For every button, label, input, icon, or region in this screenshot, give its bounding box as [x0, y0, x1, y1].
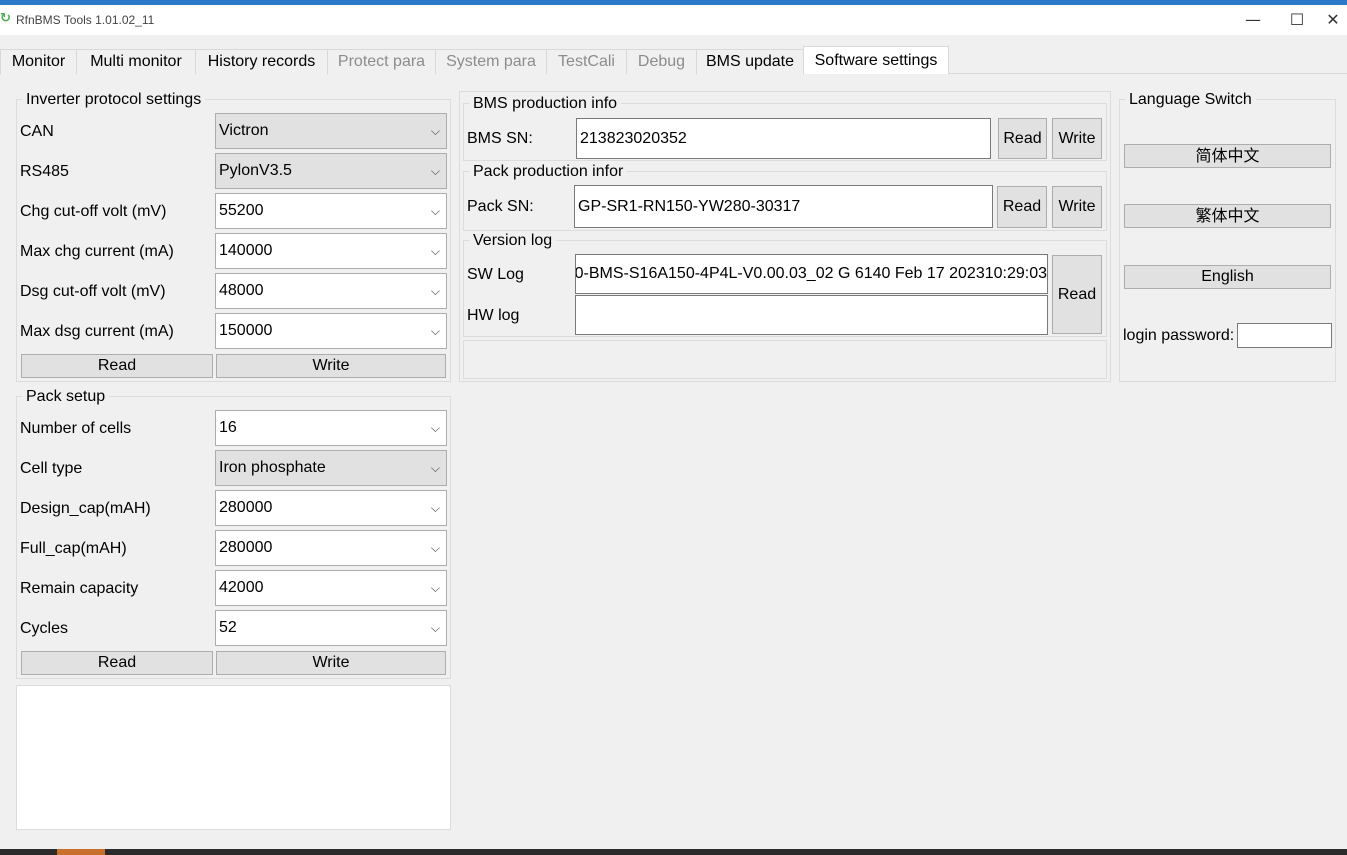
title-bar	[0, 5, 1347, 35]
pack-sn-write-button[interactable]: Write	[1052, 186, 1102, 228]
rs485-protocol-value: PylonV3.5	[219, 162, 292, 179]
production-status-panel	[463, 340, 1107, 379]
tab-protect-para[interactable]: Protect para	[327, 49, 436, 74]
bms-sn-label: BMS SN:	[467, 130, 533, 147]
bms-sn-write-button[interactable]: Write	[1052, 118, 1102, 159]
minimize-button[interactable]: —	[1230, 8, 1276, 32]
full-cap-label: Full_cap(mAH)	[20, 540, 127, 557]
app-logo-icon: ↻	[0, 10, 11, 25]
tab-monitor[interactable]: Monitor	[0, 49, 77, 74]
sw-log-field[interactable]: 0-BMS-S16A150-4P4L-V0.00.03_02 G 6140 Fe…	[575, 254, 1048, 294]
can-protocol-select[interactable]: Victron ⌵	[215, 113, 447, 149]
cell-type-select[interactable]: Iron phosphate ⌵	[215, 450, 447, 486]
sw-log-value: 0-BMS-S16A150-4P4L-V0.00.03_02 G 6140 Fe…	[575, 265, 1047, 282]
maximize-button[interactable]: ☐	[1274, 8, 1320, 32]
pack-sn-label: Pack SN:	[467, 198, 534, 215]
language-switch-title: Language Switch	[1125, 91, 1256, 109]
tab-history-records[interactable]: History records	[195, 49, 328, 74]
pack-sn-input[interactable]: GP-SR1-RN150-YW280-30317	[574, 185, 993, 228]
full-cap-combo[interactable]: 280000 ⌵	[215, 530, 447, 566]
chg-cutoff-volt-label: Chg cut-off volt (mV)	[20, 203, 167, 220]
chg-cutoff-volt-combo[interactable]: 55200 ⌵	[215, 193, 447, 229]
tab-system-para[interactable]: System para	[435, 49, 547, 74]
chg-cutoff-volt-value: 55200	[219, 202, 264, 219]
chevron-down-icon: ⌵	[430, 164, 440, 178]
design-cap-value: 280000	[219, 499, 273, 516]
full-cap-value: 280000	[219, 539, 273, 556]
max-dsg-current-label: Max dsg current (mA)	[20, 323, 174, 340]
pack-setup-read-button[interactable]: Read	[21, 651, 213, 675]
pack-setup-title: Pack setup	[22, 388, 110, 406]
rs485-label: RS485	[20, 163, 69, 180]
number-of-cells-label: Number of cells	[20, 420, 132, 437]
bms-production-title: BMS production info	[469, 95, 622, 113]
simplified-chinese-button[interactable]: 简体中文	[1124, 144, 1331, 168]
can-protocol-value: Victron	[219, 122, 269, 139]
chevron-down-icon: ⌵	[430, 541, 440, 555]
hw-log-field[interactable]	[575, 295, 1048, 335]
bms-sn-input[interactable]: 213823020352	[576, 118, 991, 159]
english-button[interactable]: English	[1124, 265, 1331, 289]
tab-debug[interactable]: Debug	[626, 49, 697, 74]
hw-log-label: HW log	[467, 307, 520, 324]
cycles-label: Cycles	[20, 620, 69, 637]
taskbar-active-indicator	[57, 849, 105, 855]
chevron-down-icon: ⌵	[430, 204, 440, 218]
log-output-panel[interactable]	[16, 685, 451, 830]
traditional-chinese-button[interactable]: 繁体中文	[1124, 204, 1331, 228]
max-chg-current-value: 140000	[219, 242, 273, 259]
tab-bms-update[interactable]: BMS update	[696, 49, 804, 74]
number-of-cells-value: 16	[219, 419, 237, 436]
inverter-read-button[interactable]: Read	[21, 354, 213, 378]
close-button[interactable]: ✕	[1319, 8, 1347, 32]
tab-software-settings[interactable]: Software settings	[803, 46, 949, 74]
inverter-write-button[interactable]: Write	[216, 354, 446, 378]
cell-type-label: Cell type	[20, 460, 83, 477]
taskbar-strip	[0, 849, 1347, 855]
version-log-read-button[interactable]: Read	[1052, 255, 1102, 334]
pack-sn-read-button[interactable]: Read	[997, 186, 1047, 228]
dsg-cutoff-volt-label: Dsg cut-off volt (mV)	[20, 283, 166, 300]
number-of-cells-combo[interactable]: 16 ⌵	[215, 410, 447, 446]
remain-capacity-value: 42000	[219, 579, 264, 596]
chevron-down-icon: ⌵	[430, 284, 440, 298]
chevron-down-icon: ⌵	[430, 621, 440, 635]
chevron-down-icon: ⌵	[430, 324, 440, 338]
remain-capacity-label: Remain capacity	[20, 580, 139, 597]
bms-sn-read-button[interactable]: Read	[998, 118, 1047, 159]
chevron-down-icon: ⌵	[430, 244, 440, 258]
login-password-input[interactable]	[1237, 323, 1332, 348]
cell-type-value: Iron phosphate	[219, 459, 326, 476]
chevron-down-icon: ⌵	[430, 461, 440, 475]
design-cap-label: Design_cap(mAH)	[20, 500, 151, 517]
inverter-protocol-title: Inverter protocol settings	[22, 91, 206, 109]
sw-log-label: SW Log	[467, 266, 524, 283]
chevron-down-icon: ⌵	[430, 581, 440, 595]
window-title: RfnBMS Tools 1.01.02_11	[16, 13, 155, 27]
version-log-title: Version log	[469, 232, 557, 250]
max-chg-current-label: Max chg current (mA)	[20, 243, 174, 260]
cycles-value: 52	[219, 619, 237, 636]
pack-production-title: Pack production infor	[469, 163, 628, 181]
tab-multi-monitor[interactable]: Multi monitor	[76, 49, 196, 74]
can-label: CAN	[20, 123, 54, 140]
dsg-cutoff-volt-combo[interactable]: 48000 ⌵	[215, 273, 447, 309]
remain-capacity-combo[interactable]: 42000 ⌵	[215, 570, 447, 606]
login-password-label: login password:	[1123, 327, 1235, 344]
dsg-cutoff-volt-value: 48000	[219, 282, 264, 299]
max-chg-current-combo[interactable]: 140000 ⌵	[215, 233, 447, 269]
design-cap-combo[interactable]: 280000 ⌵	[215, 490, 447, 526]
rs485-protocol-select[interactable]: PylonV3.5 ⌵	[215, 153, 447, 189]
chevron-down-icon: ⌵	[430, 124, 440, 138]
max-dsg-current-combo[interactable]: 150000 ⌵	[215, 313, 447, 349]
max-dsg-current-value: 150000	[219, 322, 273, 339]
pack-setup-write-button[interactable]: Write	[216, 651, 446, 675]
cycles-combo[interactable]: 52 ⌵	[215, 610, 447, 646]
chevron-down-icon: ⌵	[430, 501, 440, 515]
chevron-down-icon: ⌵	[430, 421, 440, 435]
tab-testcali[interactable]: TestCali	[546, 49, 627, 74]
